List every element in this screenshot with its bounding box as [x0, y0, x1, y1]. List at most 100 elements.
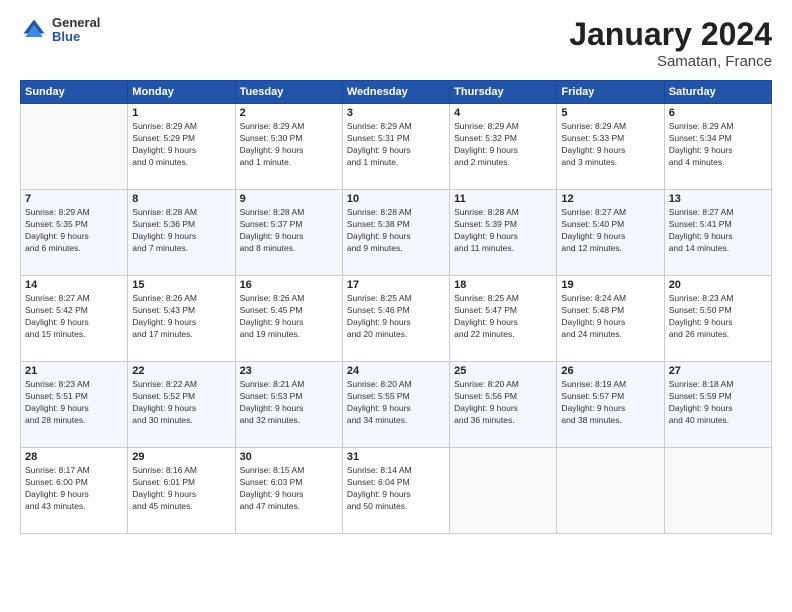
day-info: Sunrise: 8:24 AM Sunset: 5:48 PM Dayligh… [561, 293, 659, 341]
table-row: 1 Sunrise: 8:29 AM Sunset: 5:29 PM Daylig… [128, 104, 235, 190]
day-number: 4 [454, 107, 552, 119]
day-number: 3 [347, 107, 445, 119]
col-friday: Friday [557, 81, 664, 104]
table-row [557, 448, 664, 534]
day-number: 1 [132, 107, 230, 119]
day-info: Sunrise: 8:27 AM Sunset: 5:41 PM Dayligh… [669, 207, 767, 255]
table-row: 28 Sunrise: 8:17 AM Sunset: 6:00 PM Dayli… [21, 448, 128, 534]
table-row: 6Sunrise: 8:29 AM Sunset: 5:34 PM Daylig… [664, 104, 771, 190]
table-row: 29 Sunrise: 8:16 AM Sunset: 6:01 PM Dayli… [128, 448, 235, 534]
table-row: 5Sunrise: 8:29 AM Sunset: 5:33 PM Daylig… [557, 104, 664, 190]
day-info: Sunrise: 8:27 AM Sunset: 5:42 PM Dayligh… [25, 293, 123, 341]
table-row: 9Sunrise: 8:28 AM Sunset: 5:37 PM Daylig… [235, 190, 342, 276]
calendar-header-row: Sunday Monday Tuesday Wednesday Thursday… [21, 81, 772, 104]
day-info: Sunrise: 8:23 AM Sunset: 5:50 PM Dayligh… [669, 293, 767, 341]
table-row: 3 Sunrise: 8:29 AM Sunset: 5:31 PM Daylig… [342, 104, 449, 190]
col-thursday: Thursday [450, 81, 557, 104]
day-info: Sunrise: 8:29 AM Sunset: 5:35 PM Dayligh… [25, 207, 123, 255]
col-wednesday: Wednesday [342, 81, 449, 104]
day-number: 18 [454, 279, 552, 291]
day-number: 25 [454, 365, 552, 377]
table-row: 18 Sunrise: 8:25 AM Sunset: 5:47 PM Dayli… [450, 276, 557, 362]
day-number: 24 [347, 365, 445, 377]
logo: General Blue [20, 16, 100, 45]
day-info: Sunrise: 8:28 AM Sunset: 5:39 PM Dayligh… [454, 207, 552, 255]
day-number: 30 [240, 451, 338, 463]
table-row: 27 Sunrise: 8:18 AM Sunset: 5:59 PM Dayli… [664, 362, 771, 448]
day-number: 11 [454, 193, 552, 205]
table-row: 23 Sunrise: 8:21 AM Sunset: 5:53 PM Dayli… [235, 362, 342, 448]
day-number: 21 [25, 365, 123, 377]
table-row: 30 Sunrise: 8:15 AM Sunset: 6:03 PM Dayli… [235, 448, 342, 534]
calendar-week-row: 1 Sunrise: 8:29 AM Sunset: 5:29 PM Daylig… [21, 104, 772, 190]
day-info: Sunrise: 8:26 AM Sunset: 5:43 PM Dayligh… [132, 293, 230, 341]
day-number: 16 [240, 279, 338, 291]
day-info: Sunrise: 8:21 AM Sunset: 5:53 PM Dayligh… [240, 379, 338, 427]
logo-text: General Blue [52, 16, 100, 45]
day-info: Sunrise: 8:23 AM Sunset: 5:51 PM Dayligh… [25, 379, 123, 427]
calendar-table: Sunday Monday Tuesday Wednesday Thursday… [20, 80, 772, 534]
day-info: Sunrise: 8:29 AM Sunset: 5:30 PM Dayligh… [240, 121, 338, 169]
calendar-week-row: 14 Sunrise: 8:27 AM Sunset: 5:42 PM Dayli… [21, 276, 772, 362]
calendar-week-row: 7Sunrise: 8:29 AM Sunset: 5:35 PM Daylig… [21, 190, 772, 276]
day-info: Sunrise: 8:16 AM Sunset: 6:01 PM Dayligh… [132, 465, 230, 513]
col-saturday: Saturday [664, 81, 771, 104]
day-number: 8 [132, 193, 230, 205]
day-info: Sunrise: 8:27 AM Sunset: 5:40 PM Dayligh… [561, 207, 659, 255]
day-info: Sunrise: 8:19 AM Sunset: 5:57 PM Dayligh… [561, 379, 659, 427]
day-info: Sunrise: 8:17 AM Sunset: 6:00 PM Dayligh… [25, 465, 123, 513]
table-row: 24 Sunrise: 8:20 AM Sunset: 5:55 PM Dayli… [342, 362, 449, 448]
table-row [450, 448, 557, 534]
day-info: Sunrise: 8:29 AM Sunset: 5:29 PM Dayligh… [132, 121, 230, 169]
day-number: 26 [561, 365, 659, 377]
title-location: Samatan, France [569, 53, 772, 70]
table-row: 13 Sunrise: 8:27 AM Sunset: 5:41 PM Dayli… [664, 190, 771, 276]
col-sunday: Sunday [21, 81, 128, 104]
day-number: 13 [669, 193, 767, 205]
table-row: 4 Sunrise: 8:29 AM Sunset: 5:32 PM Daylig… [450, 104, 557, 190]
day-number: 12 [561, 193, 659, 205]
table-row: 7Sunrise: 8:29 AM Sunset: 5:35 PM Daylig… [21, 190, 128, 276]
table-row: 25 Sunrise: 8:20 AM Sunset: 5:56 PM Dayli… [450, 362, 557, 448]
day-number: 23 [240, 365, 338, 377]
table-row: 20Sunrise: 8:23 AM Sunset: 5:50 PM Dayli… [664, 276, 771, 362]
day-number: 14 [25, 279, 123, 291]
day-number: 19 [561, 279, 659, 291]
table-row: 10Sunrise: 8:28 AM Sunset: 5:38 PM Dayli… [342, 190, 449, 276]
day-number: 28 [25, 451, 123, 463]
day-number: 17 [347, 279, 445, 291]
day-info: Sunrise: 8:20 AM Sunset: 5:55 PM Dayligh… [347, 379, 445, 427]
day-info: Sunrise: 8:22 AM Sunset: 5:52 PM Dayligh… [132, 379, 230, 427]
title-month: January 2024 [569, 16, 772, 53]
day-number: 27 [669, 365, 767, 377]
table-row: 17 Sunrise: 8:25 AM Sunset: 5:46 PM Dayli… [342, 276, 449, 362]
table-row: 16Sunrise: 8:26 AM Sunset: 5:45 PM Dayli… [235, 276, 342, 362]
page: General Blue January 2024 Samatan, Franc… [0, 0, 792, 612]
table-row: 26 Sunrise: 8:19 AM Sunset: 5:57 PM Dayli… [557, 362, 664, 448]
day-number: 2 [240, 107, 338, 119]
table-row: 14 Sunrise: 8:27 AM Sunset: 5:42 PM Dayli… [21, 276, 128, 362]
col-monday: Monday [128, 81, 235, 104]
table-row [21, 104, 128, 190]
day-number: 29 [132, 451, 230, 463]
day-info: Sunrise: 8:18 AM Sunset: 5:59 PM Dayligh… [669, 379, 767, 427]
title-block: January 2024 Samatan, France [569, 16, 772, 70]
day-info: Sunrise: 8:15 AM Sunset: 6:03 PM Dayligh… [240, 465, 338, 513]
day-info: Sunrise: 8:29 AM Sunset: 5:32 PM Dayligh… [454, 121, 552, 169]
table-row: 21 Sunrise: 8:23 AM Sunset: 5:51 PM Dayli… [21, 362, 128, 448]
table-row: 8Sunrise: 8:28 AM Sunset: 5:36 PM Daylig… [128, 190, 235, 276]
day-info: Sunrise: 8:29 AM Sunset: 5:33 PM Dayligh… [561, 121, 659, 169]
day-info: Sunrise: 8:25 AM Sunset: 5:47 PM Dayligh… [454, 293, 552, 341]
table-row: 19 Sunrise: 8:24 AM Sunset: 5:48 PM Dayli… [557, 276, 664, 362]
day-info: Sunrise: 8:29 AM Sunset: 5:31 PM Dayligh… [347, 121, 445, 169]
day-number: 10 [347, 193, 445, 205]
day-number: 22 [132, 365, 230, 377]
day-number: 31 [347, 451, 445, 463]
col-tuesday: Tuesday [235, 81, 342, 104]
table-row: 12 Sunrise: 8:27 AM Sunset: 5:40 PM Dayli… [557, 190, 664, 276]
day-info: Sunrise: 8:20 AM Sunset: 5:56 PM Dayligh… [454, 379, 552, 427]
day-info: Sunrise: 8:25 AM Sunset: 5:46 PM Dayligh… [347, 293, 445, 341]
day-number: 9 [240, 193, 338, 205]
day-info: Sunrise: 8:29 AM Sunset: 5:34 PM Dayligh… [669, 121, 767, 169]
table-row: 31Sunrise: 8:14 AM Sunset: 6:04 PM Dayli… [342, 448, 449, 534]
